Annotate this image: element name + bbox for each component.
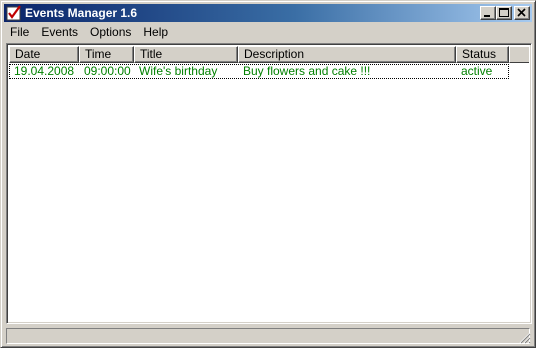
resize-grip-icon[interactable] bbox=[519, 332, 531, 344]
cell-description: Buy flowers and cake !!! bbox=[243, 64, 371, 78]
menu-options[interactable]: Options bbox=[84, 23, 137, 42]
column-header-title[interactable]: Title bbox=[134, 46, 238, 63]
cell-date: 19.04.2008 bbox=[14, 64, 75, 78]
window-title: Events Manager 1.6 bbox=[25, 6, 138, 20]
status-bar bbox=[4, 327, 532, 345]
cell-time: 09:00:00 bbox=[84, 64, 131, 78]
menu-events[interactable]: Events bbox=[35, 23, 84, 42]
column-header-status[interactable]: Status bbox=[456, 46, 509, 63]
title-bar[interactable]: Events Manager 1.6 bbox=[4, 4, 532, 22]
maximize-button[interactable] bbox=[496, 6, 512, 20]
column-header-time[interactable]: Time bbox=[79, 46, 134, 63]
close-button[interactable] bbox=[514, 6, 530, 20]
checkmark-app-icon[interactable] bbox=[6, 5, 22, 21]
menu-bar: File Events Options Help bbox=[4, 23, 532, 42]
events-list[interactable]: Date Time Title Description Status 19.04… bbox=[6, 43, 532, 324]
status-panel bbox=[6, 328, 530, 344]
minimize-icon bbox=[484, 15, 490, 17]
list-rows: 19.04.2008 09:00:00 Wife's birthday Buy … bbox=[9, 64, 509, 79]
maximize-icon bbox=[499, 8, 509, 17]
main-window: Events Manager 1.6 File Events Options H… bbox=[0, 0, 536, 348]
cell-title: Wife's birthday bbox=[139, 64, 218, 78]
window-controls bbox=[480, 6, 530, 20]
menu-help[interactable]: Help bbox=[137, 23, 174, 42]
menu-file[interactable]: File bbox=[4, 23, 35, 42]
list-header: Date Time Title Description Status bbox=[9, 46, 529, 63]
close-icon bbox=[517, 8, 526, 17]
cell-status: active bbox=[461, 64, 493, 78]
column-header-date[interactable]: Date bbox=[9, 46, 79, 63]
table-row[interactable]: 19.04.2008 09:00:00 Wife's birthday Buy … bbox=[9, 64, 509, 79]
column-header-description[interactable]: Description bbox=[238, 46, 456, 63]
column-header-filler bbox=[509, 46, 529, 63]
minimize-button[interactable] bbox=[480, 6, 496, 20]
